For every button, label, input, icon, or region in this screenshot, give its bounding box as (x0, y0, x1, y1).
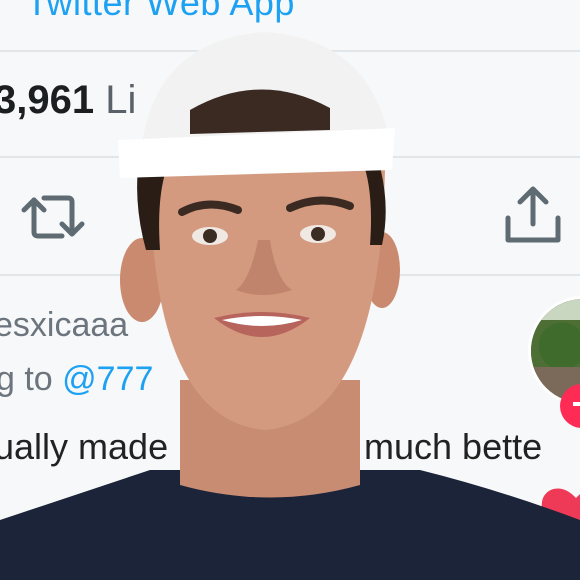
tweet-text: ually made o much bette (0, 426, 542, 468)
divider (0, 50, 580, 52)
reply-prefix: g to (0, 360, 63, 398)
tweet-text-part-1: ually made (0, 426, 169, 467)
retweet-icon (21, 195, 85, 239)
likes-count[interactable]: 3,961 Li (0, 78, 136, 123)
likes-label: Li (105, 78, 137, 122)
replying-to: g to @777 (0, 360, 153, 399)
divider (0, 274, 580, 276)
likes-number: 3,961 (0, 78, 95, 122)
avatar-trees (531, 319, 580, 372)
video-frame: Twitter Web App 3,961 Li esxicaaa g to @… (0, 0, 580, 580)
tweet-text-part-2: o much bette (334, 426, 543, 467)
share-icon (505, 186, 561, 243)
reply-author-handle[interactable]: esxicaaa (0, 306, 128, 345)
like-button[interactable] (536, 478, 580, 558)
share-button[interactable] (500, 184, 566, 246)
heart-icon (541, 488, 580, 550)
source-app-link[interactable]: Twitter Web App (26, 0, 295, 24)
reply-mention-link[interactable]: @777 (62, 360, 153, 398)
retweet-button[interactable] (20, 186, 86, 248)
divider (0, 156, 580, 158)
